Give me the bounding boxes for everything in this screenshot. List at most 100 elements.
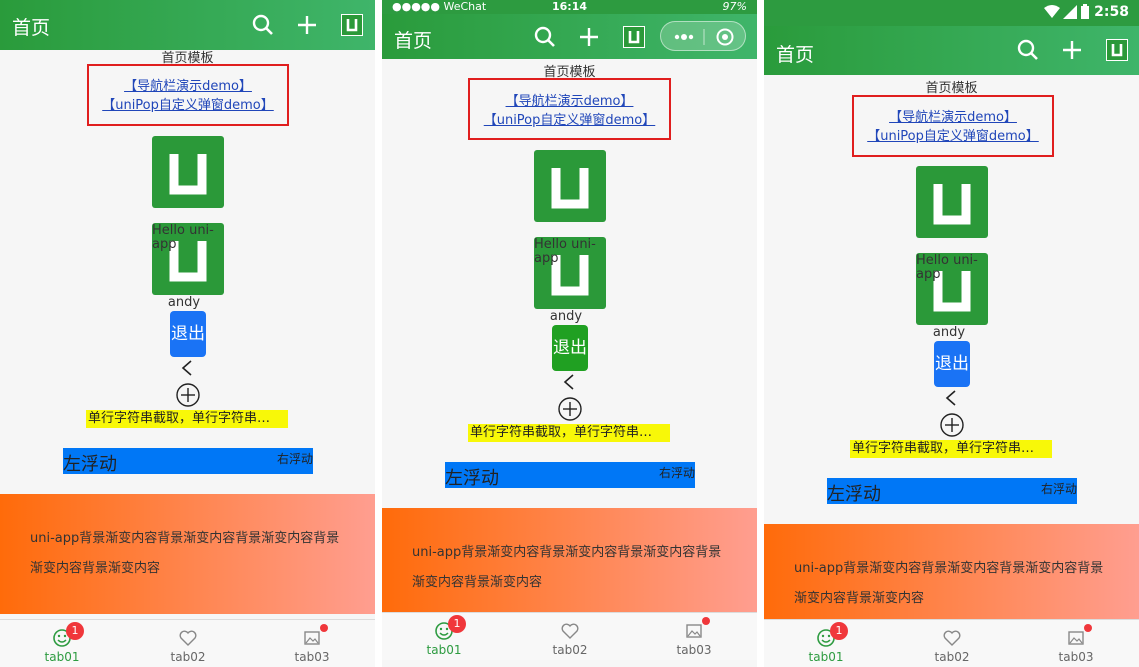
link-unipop-demo[interactable]: 【uniPop自定义弹窗demo】: [89, 96, 287, 115]
username: andy: [549, 309, 583, 324]
navbar: 首页: [0, 0, 375, 50]
phone-android: 2:58 首页 首页模板 【导航栏演示demo】 【uniPop自定义弹窗dem…: [764, 0, 1139, 667]
battery-text: 97%: [722, 0, 747, 13]
hello-text: Hello uni-app: [534, 237, 596, 266]
tab-label: tab01: [426, 643, 462, 657]
tab-02[interactable]: tab02: [148, 620, 228, 667]
link-unipop-demo[interactable]: 【uniPop自定义弹窗demo】: [470, 111, 669, 130]
uni-logo-icon[interactable]: [341, 14, 363, 36]
tab-label: tab02: [552, 643, 588, 657]
page-title: 首页: [776, 44, 815, 66]
tab-dot: [320, 624, 328, 632]
content: 首页模板 【导航栏演示demo】 【uniPop自定义弹窗demo】 Hello…: [382, 59, 757, 617]
tab-03[interactable]: tab03: [654, 613, 734, 661]
template-title: 首页模板: [925, 81, 978, 96]
tab-03[interactable]: tab03: [1036, 620, 1116, 667]
search-icon[interactable]: [251, 13, 275, 37]
logout-button[interactable]: 退出: [552, 325, 588, 371]
wifi-icon: [1044, 5, 1060, 18]
add-circle-icon[interactable]: [175, 382, 201, 408]
truncate-text: 单行字符串截取，单行字符串…: [86, 410, 288, 428]
status-time: 2:58: [1094, 4, 1129, 20]
wechat-capsule[interactable]: [660, 21, 746, 51]
tab-01[interactable]: 1 tab01: [786, 620, 866, 667]
uni-logo-icon[interactable]: [623, 26, 645, 48]
uni-logo-icon[interactable]: [1106, 39, 1128, 61]
search-icon[interactable]: [533, 25, 557, 49]
status-bar: 2:58: [764, 0, 1139, 26]
username: andy: [932, 325, 966, 340]
tab-dot: [702, 617, 710, 625]
tab-label: tab01: [44, 650, 80, 664]
tab-badge: 1: [830, 622, 848, 640]
chevron-left-icon[interactable]: [942, 388, 962, 408]
heart-icon: [943, 630, 961, 646]
tab-bar: 1 tab01 tab02 tab03: [382, 612, 757, 660]
heart-icon: [179, 630, 197, 646]
link-box: 【导航栏演示demo】 【uniPop自定义弹窗demo】: [852, 95, 1054, 157]
content: 首页模板 【导航栏演示demo】 【uniPop自定义弹窗demo】 Hello…: [764, 75, 1139, 620]
logout-button[interactable]: 退出: [170, 311, 206, 357]
link-navbar-demo[interactable]: 【导航栏演示demo】: [854, 108, 1052, 127]
float-left-text: 左浮动: [63, 454, 117, 475]
gradient-text: uni-app背景渐变内容背景渐变内容背景渐变内容背景渐变内容背景渐变内容: [30, 531, 340, 576]
tab-01[interactable]: 1 tab01: [22, 620, 102, 667]
float-bar: 左浮动 右浮动: [445, 462, 695, 489]
add-icon[interactable]: [577, 25, 601, 49]
status-time: 16:14: [551, 0, 587, 13]
add-circle-icon[interactable]: [557, 396, 583, 422]
float-left-text: 左浮动: [827, 484, 881, 505]
add-icon[interactable]: [1060, 38, 1084, 62]
gradient-text: uni-app背景渐变内容背景渐变内容背景渐变内容背景渐变内容背景渐变内容: [412, 545, 722, 590]
phone-wechat: ●●●●● WeChat 16:14 97% 首页 首页模板 【导航栏演示dem…: [382, 0, 757, 667]
tab-bar: 1 tab01 tab02 tab03: [764, 619, 1139, 667]
uni-logo-large: [534, 150, 606, 222]
gradient-panel: uni-app背景渐变内容背景渐变内容背景渐变内容背景渐变内容背景渐变内容: [382, 508, 757, 612]
float-right-text: 右浮动: [658, 466, 695, 480]
uni-logo-large: [916, 166, 988, 238]
tab-label: tab01: [808, 650, 844, 664]
search-icon[interactable]: [1016, 38, 1040, 62]
link-navbar-demo[interactable]: 【导航栏演示demo】: [89, 77, 287, 96]
link-navbar-demo[interactable]: 【导航栏演示demo】: [470, 92, 669, 111]
tab-badge: 1: [66, 622, 84, 640]
heart-icon: [561, 623, 579, 639]
navbar: 首页: [764, 26, 1139, 75]
hello-text: Hello uni-app: [152, 223, 214, 252]
uni-logo-large: [152, 136, 224, 208]
logout-button[interactable]: 退出: [934, 341, 970, 387]
float-right-text: 右浮动: [1040, 482, 1077, 496]
tab-bar: 1 tab01 tab02 tab03: [0, 619, 375, 667]
page-title: 首页: [394, 30, 433, 52]
truncate-text: 单行字符串截取，单行字符串…: [850, 440, 1052, 458]
tab-label: tab03: [294, 650, 330, 664]
link-box: 【导航栏演示demo】 【uniPop自定义弹窗demo】: [87, 64, 289, 126]
chevron-left-icon[interactable]: [178, 358, 198, 378]
hello-text: Hello uni-app: [916, 253, 978, 282]
content: 首页模板 【导航栏演示demo】 【uniPop自定义弹窗demo】 Hello…: [0, 50, 375, 617]
add-icon[interactable]: [295, 13, 319, 37]
status-bar: ●●●●● WeChat 16:14 97%: [382, 0, 757, 14]
link-box: 【导航栏演示demo】 【uniPop自定义弹窗demo】: [468, 78, 671, 140]
tab-badge: 1: [448, 615, 466, 633]
tab-label: tab03: [676, 643, 712, 657]
phone-h5: 首页 首页模板 【导航栏演示demo】 【uniPop自定义弹窗demo】 He…: [0, 0, 375, 667]
float-bar: 左浮动 右浮动: [63, 448, 313, 475]
link-unipop-demo[interactable]: 【uniPop自定义弹窗demo】: [854, 127, 1052, 146]
battery-icon: [1081, 4, 1089, 19]
tab-01[interactable]: 1 tab01: [404, 613, 484, 661]
tab-label: tab02: [934, 650, 970, 664]
chevron-left-icon[interactable]: [560, 372, 580, 392]
float-left-text: 左浮动: [445, 468, 499, 489]
gradient-panel: uni-app背景渐变内容背景渐变内容背景渐变内容背景渐变内容背景渐变内容: [0, 494, 375, 614]
tab-label: tab02: [170, 650, 206, 664]
tab-dot: [1084, 624, 1092, 632]
signal-icon: [1063, 5, 1077, 19]
image-icon: [304, 631, 320, 645]
truncate-text: 单行字符串截取，单行字符串…: [468, 424, 670, 442]
tab-02[interactable]: tab02: [912, 620, 992, 667]
tab-03[interactable]: tab03: [272, 620, 352, 667]
add-circle-icon[interactable]: [939, 412, 965, 438]
tab-label: tab03: [1058, 650, 1094, 664]
tab-02[interactable]: tab02: [530, 613, 610, 661]
